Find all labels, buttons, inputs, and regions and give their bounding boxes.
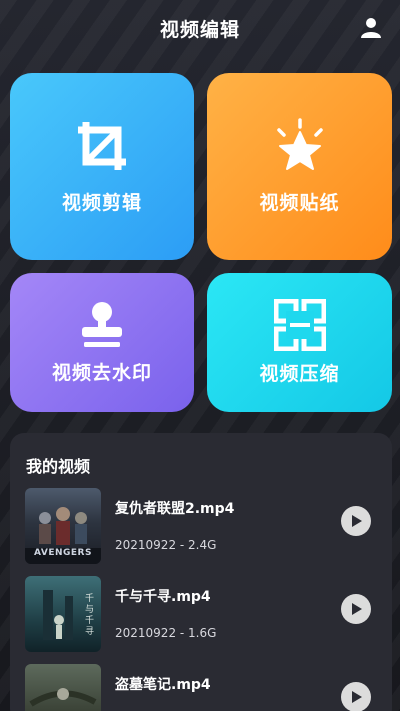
crop-icon [78,122,126,170]
video-compress-tile[interactable]: 视频压缩 [207,273,392,412]
thumbnail-caption: 千与千寻 [85,594,95,637]
play-button[interactable] [341,682,371,711]
video-edit-tile[interactable]: 视频剪辑 [10,73,194,260]
thumbnail-caption: AVENGERS [34,548,92,558]
stamp-icon [82,302,122,347]
compress-icon [273,299,326,351]
watermark-remove-tile[interactable]: 视频去水印 [10,273,194,412]
tile-label: 视频贴纸 [259,192,340,214]
tile-label: 视频去水印 [51,362,152,384]
star-sticker-icon [276,118,323,170]
video-list-item[interactable]: 千与千寻 千与千寻.mp4 20210922 - 1.6G [25,576,385,654]
video-list-item[interactable]: AVENGERS 复仇者联盟2.mp4 20210922 - 2.4G [25,488,385,566]
video-thumbnail [25,664,101,711]
play-icon [352,691,362,703]
video-name: 千与千寻.mp4 [115,589,211,605]
play-button[interactable] [341,506,371,536]
my-videos-title: 我的视频 [26,457,91,476]
video-name: 盗墓笔记.mp4 [115,677,211,693]
video-list-item[interactable]: 盗墓笔记.mp4 [25,664,385,711]
user-icon [361,18,381,38]
tile-label: 视频剪辑 [61,192,142,214]
video-sticker-tile[interactable]: 视频贴纸 [207,73,392,260]
play-button[interactable] [341,594,371,624]
user-button[interactable] [358,14,384,40]
play-icon [352,603,362,615]
my-videos-panel: 我的视频 AVENGERS 复仇者联盟2.mp4 20210922 - 2.4G [10,433,392,711]
page-title: 视频编辑 [159,18,240,41]
tile-label: 视频压缩 [259,363,340,385]
video-thumbnail: AVENGERS [25,488,101,564]
play-icon [352,515,362,527]
video-name: 复仇者联盟2.mp4 [115,501,235,517]
video-meta: 20210922 - 2.4G [115,538,217,552]
video-meta: 20210922 - 1.6G [115,626,217,640]
video-thumbnail: 千与千寻 [25,576,101,652]
top-bar: 视频编辑 [0,0,400,56]
